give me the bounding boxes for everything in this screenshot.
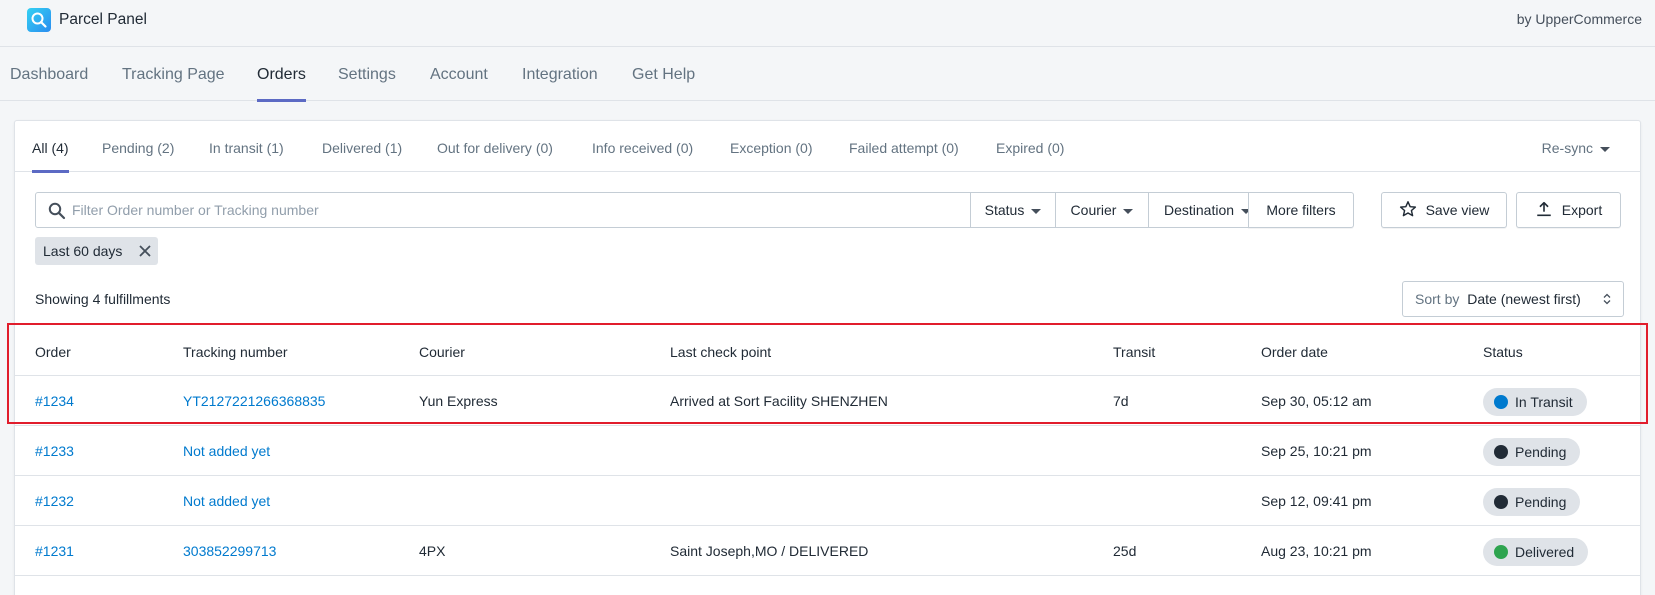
table-row[interactable]: #1231 303852299713 4PX Saint Joseph,MO /…	[15, 526, 1640, 576]
tracking-link[interactable]: Not added yet	[183, 426, 270, 476]
order-link[interactable]: #1231	[35, 526, 74, 576]
order-link[interactable]: #1234	[35, 376, 74, 426]
status-tabs: All (4) Pending (2) In transit (1) Deliv…	[15, 121, 1640, 173]
upload-icon	[1537, 202, 1551, 217]
chevron-down-icon	[1031, 208, 1042, 214]
tracking-link[interactable]: 303852299713	[183, 526, 276, 576]
search-icon	[48, 202, 66, 220]
magnifier-logo-icon	[27, 8, 51, 32]
top-bar: Parcel Panel by UpperCommerce	[0, 0, 1655, 47]
header-tracking-number: Tracking number	[183, 344, 288, 360]
tab-info-received[interactable]: Info received (0)	[592, 121, 693, 172]
tab-in-transit[interactable]: In transit (1)	[209, 121, 284, 172]
tracking-link[interactable]: Not added yet	[183, 476, 270, 526]
status-label: In Transit	[1515, 394, 1573, 410]
header-last-check-point: Last check point	[670, 344, 772, 360]
sort-label: Sort by	[1415, 291, 1460, 307]
status-label: Pending	[1515, 444, 1567, 460]
status-badge: Pending	[1483, 438, 1581, 466]
status-dot	[1494, 395, 1508, 409]
header-transit: Transit	[1113, 344, 1156, 360]
status-dot	[1494, 445, 1508, 459]
courier-cell: Yun Express	[419, 393, 498, 409]
vendor-text: by UpperCommerce	[1516, 11, 1642, 27]
nav-account[interactable]: Account	[430, 47, 488, 101]
status-badge: Delivered	[1483, 538, 1589, 566]
nav-settings[interactable]: Settings	[338, 47, 396, 101]
save-view-label: Save view	[1425, 202, 1490, 218]
resync-label: Re-sync	[1541, 140, 1593, 156]
tab-pending[interactable]: Pending (2)	[102, 121, 174, 172]
checkpoint-cell: Arrived at Sort Facility SHENZHEN	[670, 393, 888, 409]
header-status: Status	[1483, 344, 1523, 360]
nav-orders[interactable]: Orders	[257, 47, 306, 102]
close-icon[interactable]	[138, 244, 152, 258]
order-link[interactable]: #1232	[35, 476, 74, 526]
header-courier: Courier	[419, 344, 465, 360]
courier-filter-label: Courier	[1070, 202, 1117, 218]
transit-cell: 25d	[1113, 543, 1137, 559]
sort-select[interactable]: Sort by Date (newest first)	[1402, 281, 1624, 317]
tracking-link[interactable]: YT2127221266368835	[183, 376, 325, 426]
filter-bar: Status Courier Destination	[35, 192, 1322, 228]
status-filter-button[interactable]: Status	[970, 193, 1055, 227]
date-filter-chip: Last 60 days	[35, 237, 158, 265]
main-nav: Dashboard Tracking Page Orders Settings …	[0, 47, 1655, 102]
more-filters-button[interactable]: More filters	[1248, 192, 1354, 228]
header-order-date: Order date	[1261, 344, 1328, 360]
destination-filter-label: Destination	[1163, 202, 1235, 218]
export-button[interactable]: Export	[1516, 192, 1621, 228]
export-label: Export	[1561, 202, 1603, 218]
order-date-cell: Aug 23, 10:21 pm	[1261, 543, 1372, 559]
search-input[interactable]	[72, 193, 952, 227]
status-label: Pending	[1515, 494, 1567, 510]
chevron-down-icon	[1600, 146, 1610, 152]
table-row[interactable]: #1233 Not added yet Sep 25, 10:21 pm Pen…	[15, 426, 1640, 476]
table-row[interactable]: #1232 Not added yet Sep 12, 09:41 pm Pen…	[15, 476, 1640, 526]
status-badge: In Transit	[1483, 388, 1587, 416]
status-label: Delivered	[1515, 544, 1575, 560]
status-dot	[1494, 495, 1508, 509]
resync-button[interactable]: Re-sync	[1542, 121, 1610, 172]
order-link[interactable]: #1233	[35, 426, 74, 476]
table-row[interactable]: #1234 YT2127221266368835 Yun Express Arr…	[15, 376, 1640, 426]
chip-label: Last 60 days	[43, 243, 123, 259]
status-filter-label: Status	[984, 202, 1025, 218]
tab-out-for-delivery[interactable]: Out for delivery (0)	[437, 121, 553, 172]
save-view-button[interactable]: Save view	[1381, 192, 1507, 228]
tab-exception[interactable]: Exception (0)	[730, 121, 812, 172]
orders-card: All (4) Pending (2) In transit (1) Deliv…	[14, 120, 1641, 595]
status-dot	[1494, 545, 1508, 559]
nav-dashboard[interactable]: Dashboard	[10, 47, 88, 101]
nav-integration[interactable]: Integration	[522, 47, 598, 101]
star-icon	[1399, 201, 1416, 217]
sort-value: Date (newest first)	[1467, 291, 1581, 307]
chevron-down-icon	[1123, 208, 1134, 214]
order-date-cell: Sep 30, 05:12 am	[1261, 393, 1372, 409]
app-title: Parcel Panel	[59, 11, 147, 28]
sort-arrows-icon	[1603, 293, 1611, 305]
header-order: Order	[35, 344, 71, 360]
tab-failed-attempt[interactable]: Failed attempt (0)	[849, 121, 959, 172]
nav-get-help[interactable]: Get Help	[632, 47, 695, 101]
status-badge: Pending	[1483, 488, 1581, 516]
order-date-cell: Sep 12, 09:41 pm	[1261, 493, 1372, 509]
tab-expired[interactable]: Expired (0)	[996, 121, 1064, 172]
checkpoint-cell: Saint Joseph,MO / DELIVERED	[670, 543, 869, 559]
tab-all[interactable]: All (4)	[32, 121, 69, 173]
courier-cell: 4PX	[419, 543, 446, 559]
tab-delivered[interactable]: Delivered (1)	[322, 121, 402, 172]
result-count: Showing 4 fulfillments	[35, 291, 171, 307]
courier-filter-button[interactable]: Courier	[1055, 193, 1148, 227]
order-date-cell: Sep 25, 10:21 pm	[1261, 443, 1372, 459]
transit-cell: 7d	[1113, 393, 1129, 409]
table-header: Order Tracking number Courier Last check…	[15, 328, 1640, 376]
nav-tracking-page[interactable]: Tracking Page	[122, 47, 225, 101]
